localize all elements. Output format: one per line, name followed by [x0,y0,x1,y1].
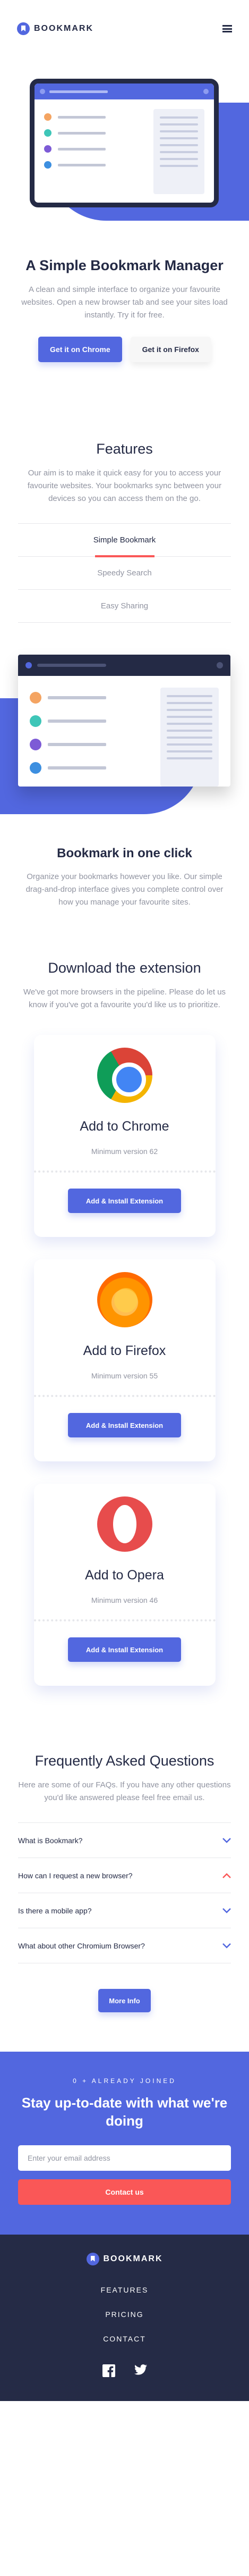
hero-section: A Simple Bookmark Manager A clean and si… [0,57,249,362]
newsletter-title: Stay up-to-date with what we're doing [21,2095,228,2129]
feature-tabs: Simple Bookmark Speedy Search Easy Shari… [18,523,231,623]
faq-title: Frequently Asked Questions [35,1753,214,1769]
faq-section: Frequently Asked Questions Here are some… [0,1753,249,2012]
extension-card-version: Minimum version 62 [91,1147,158,1156]
faq-question: How can I request a new browser? [18,1871,133,1880]
extension-card-title: Add to Opera [85,1568,164,1583]
faq-item[interactable]: Is there a mobile app? [18,1893,231,1928]
faq-question: Is there a mobile app? [18,1906,92,1915]
twitter-icon[interactable] [134,2364,147,2380]
faq-description: Here are some of our FAQs. If you have a… [18,1780,231,1802]
chevron-up-icon [222,1872,231,1878]
extension-card-version: Minimum version 55 [91,1371,158,1380]
faq-item[interactable]: What about other Chromium Browser? [18,1928,231,1963]
hero-illustration [0,57,249,228]
faq-question: What about other Chromium Browser? [18,1941,145,1950]
chevron-down-icon [222,1943,231,1948]
tab-speedy-search[interactable]: Speedy Search [18,557,231,590]
extension-card-title: Add to Firefox [83,1343,166,1358]
chrome-icon [97,1048,152,1103]
firefox-icon [97,1272,152,1327]
site-footer: BOOKMARK FEATURES PRICING CONTACT [0,2234,249,2401]
tab-easy-sharing[interactable]: Easy Sharing [18,590,231,623]
opera-icon [97,1496,152,1552]
site-header: BOOKMARK [0,0,249,57]
facebook-icon[interactable] [102,2364,115,2380]
hero-title: A Simple Bookmark Manager [25,257,224,273]
logo-text: BOOKMARK [34,24,93,33]
features-section: Features Our aim is to make it quick eas… [0,441,249,623]
divider [33,1619,216,1621]
extensions-section: Download the extension We've got more br… [0,960,249,1686]
bookmark-logo-icon [17,22,30,35]
chevron-down-icon [222,1908,231,1913]
extensions-description: We've got more browsers in the pipeline.… [23,988,226,1009]
extension-card-version: Minimum version 46 [91,1596,158,1604]
footer-logo[interactable]: BOOKMARK [0,2252,249,2265]
divider [33,1395,216,1397]
browser-mockup [18,655,230,787]
joined-count: 0 + ALREADY JOINED [73,2077,176,2085]
get-firefox-button[interactable]: Get it on Firefox [130,337,211,362]
footer-link-pricing[interactable]: PRICING [0,2310,249,2319]
divider [33,1170,216,1173]
feature-panel-title: Bookmark in one click [57,846,192,860]
hero-description: A clean and simple interface to organize… [21,285,228,320]
faq-item[interactable]: What is Bookmark? [18,1823,231,1858]
newsletter-section: 0 + ALREADY JOINED Stay up-to-date with … [0,2052,249,2235]
install-chrome-button[interactable]: Add & Install Extension [67,1189,182,1213]
logo-text: BOOKMARK [103,2254,163,2263]
feature-panel-description: Organize your bookmarks however you like… [25,872,224,907]
page: BOOKMARK A Simple Bookmark Manager A cle… [0,0,249,2576]
get-chrome-button[interactable]: Get it on Chrome [38,337,122,362]
install-opera-button[interactable]: Add & Install Extension [67,1637,182,1662]
faq-item[interactable]: How can I request a new browser? [18,1858,231,1893]
footer-link-features[interactable]: FEATURES [0,2286,249,2294]
extension-card-firefox: Add to Firefox Minimum version 55 Add & … [33,1259,216,1461]
extensions-title: Download the extension [48,960,201,976]
hamburger-menu-icon[interactable] [222,25,232,32]
tablet-mockup [30,79,219,207]
faq-question: What is Bookmark? [18,1836,83,1845]
logo[interactable]: BOOKMARK [17,22,93,35]
features-title: Features [96,441,153,457]
footer-nav: FEATURES PRICING CONTACT [0,2286,249,2343]
more-info-button[interactable]: More Info [98,1989,151,2012]
features-description: Our aim is to make it quick easy for you… [27,469,222,503]
extension-card-opera: Add to Opera Minimum version 46 Add & In… [33,1484,216,1686]
feature-panel: Bookmark in one click Organize your book… [0,846,249,909]
extension-card-chrome: Add to Chrome Minimum version 62 Add & I… [33,1035,216,1237]
contact-us-button[interactable]: Contact us [18,2179,231,2205]
feature-illustration [0,655,249,814]
social-links [0,2364,249,2380]
email-input[interactable] [18,2145,231,2171]
footer-link-contact[interactable]: CONTACT [0,2335,249,2343]
faq-list: What is Bookmark? How can I request a ne… [18,1822,231,1963]
install-firefox-button[interactable]: Add & Install Extension [67,1413,182,1437]
bookmark-logo-icon [86,2252,99,2265]
chevron-down-icon [222,1837,231,1843]
tab-simple-bookmark[interactable]: Simple Bookmark [18,524,231,557]
extension-card-title: Add to Chrome [80,1119,169,1134]
